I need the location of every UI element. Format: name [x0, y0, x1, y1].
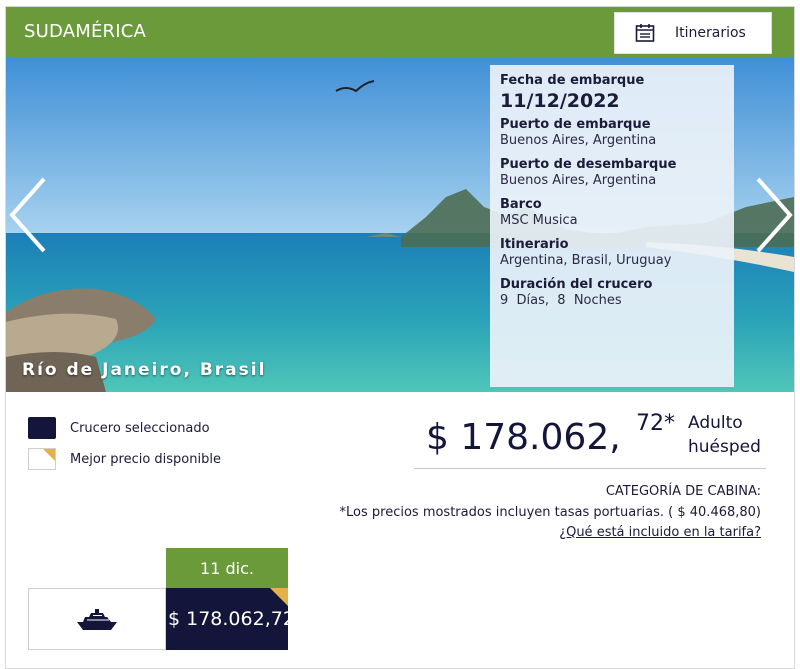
- embark-date-value: 11/12/2022: [500, 90, 620, 112]
- itinerary-label: Itinerario: [500, 237, 569, 252]
- best-price-corner: [270, 588, 288, 606]
- chevron-left-icon[interactable]: [6, 175, 50, 255]
- price-unit: Adulto huésped: [688, 411, 761, 459]
- selected-swatch: [28, 417, 56, 439]
- embark-date-label: Fecha de embarque: [500, 73, 645, 88]
- price-cents: 72*: [636, 411, 675, 436]
- chevron-right-icon[interactable]: [752, 175, 794, 255]
- embark-port-value: Buenos Aires, Argentina: [500, 133, 657, 148]
- ship-label: Barco: [500, 197, 542, 212]
- itinerary-button-label: Itinerarios: [675, 25, 746, 41]
- cruise-card: SUDAMÉRICA Itinerarios Río de Janeiro, B…: [5, 6, 795, 669]
- itinerary-button[interactable]: Itinerarios: [614, 12, 772, 54]
- ship-row-cell: [28, 588, 166, 650]
- legend-selected: Crucero seleccionado: [28, 417, 210, 439]
- date-tile-price[interactable]: $ 178.062,72: [166, 588, 288, 650]
- disembark-port-label: Puerto de desembarque: [500, 157, 677, 172]
- cabin-category-label: CATEGORÍA DE CABINA:: [605, 484, 761, 499]
- price-block: $ 178.062, 72* Adulto huésped: [414, 407, 766, 469]
- price-unit-line1: Adulto: [688, 413, 743, 433]
- date-tile-header[interactable]: 11 dic.: [166, 548, 288, 588]
- price-main: $ 178.062,: [426, 417, 621, 458]
- duration-label: Duración del crucero: [500, 277, 653, 292]
- ship-value: MSC Musica: [500, 213, 578, 228]
- price-unit-line2: huésped: [688, 437, 761, 457]
- date-tile-price-label: $ 178.062,72: [168, 608, 288, 630]
- calendar-icon: [635, 24, 655, 42]
- fare-included-link[interactable]: ¿Qué está incluido en la tarifa?: [559, 525, 761, 540]
- disembark-port-value: Buenos Aires, Argentina: [500, 173, 657, 188]
- legend-best-price-label: Mejor precio disponible: [70, 451, 221, 467]
- tax-note: *Los precios mostrados incluyen tasas po…: [339, 505, 761, 520]
- embark-port-label: Puerto de embarque: [500, 117, 651, 132]
- location-caption: Río de Janeiro, Brasil: [22, 360, 267, 380]
- legend-selected-label: Crucero seleccionado: [70, 420, 210, 436]
- header-bar: SUDAMÉRICA Itinerarios: [6, 7, 794, 57]
- legend-best-price: Mejor precio disponible: [28, 448, 221, 470]
- itinerary-value: Argentina, Brasil, Uruguay: [500, 253, 672, 268]
- region-title: SUDAMÉRICA: [24, 21, 147, 42]
- best-price-swatch: [28, 448, 56, 470]
- cruise-ship-icon: [77, 609, 117, 630]
- hero-image: Río de Janeiro, Brasil Fecha de embarque…: [6, 57, 794, 392]
- duration-value: 9 Días, 8 Noches: [500, 293, 622, 308]
- cruise-details-panel: Fecha de embarque 11/12/2022 Puerto de e…: [490, 65, 734, 387]
